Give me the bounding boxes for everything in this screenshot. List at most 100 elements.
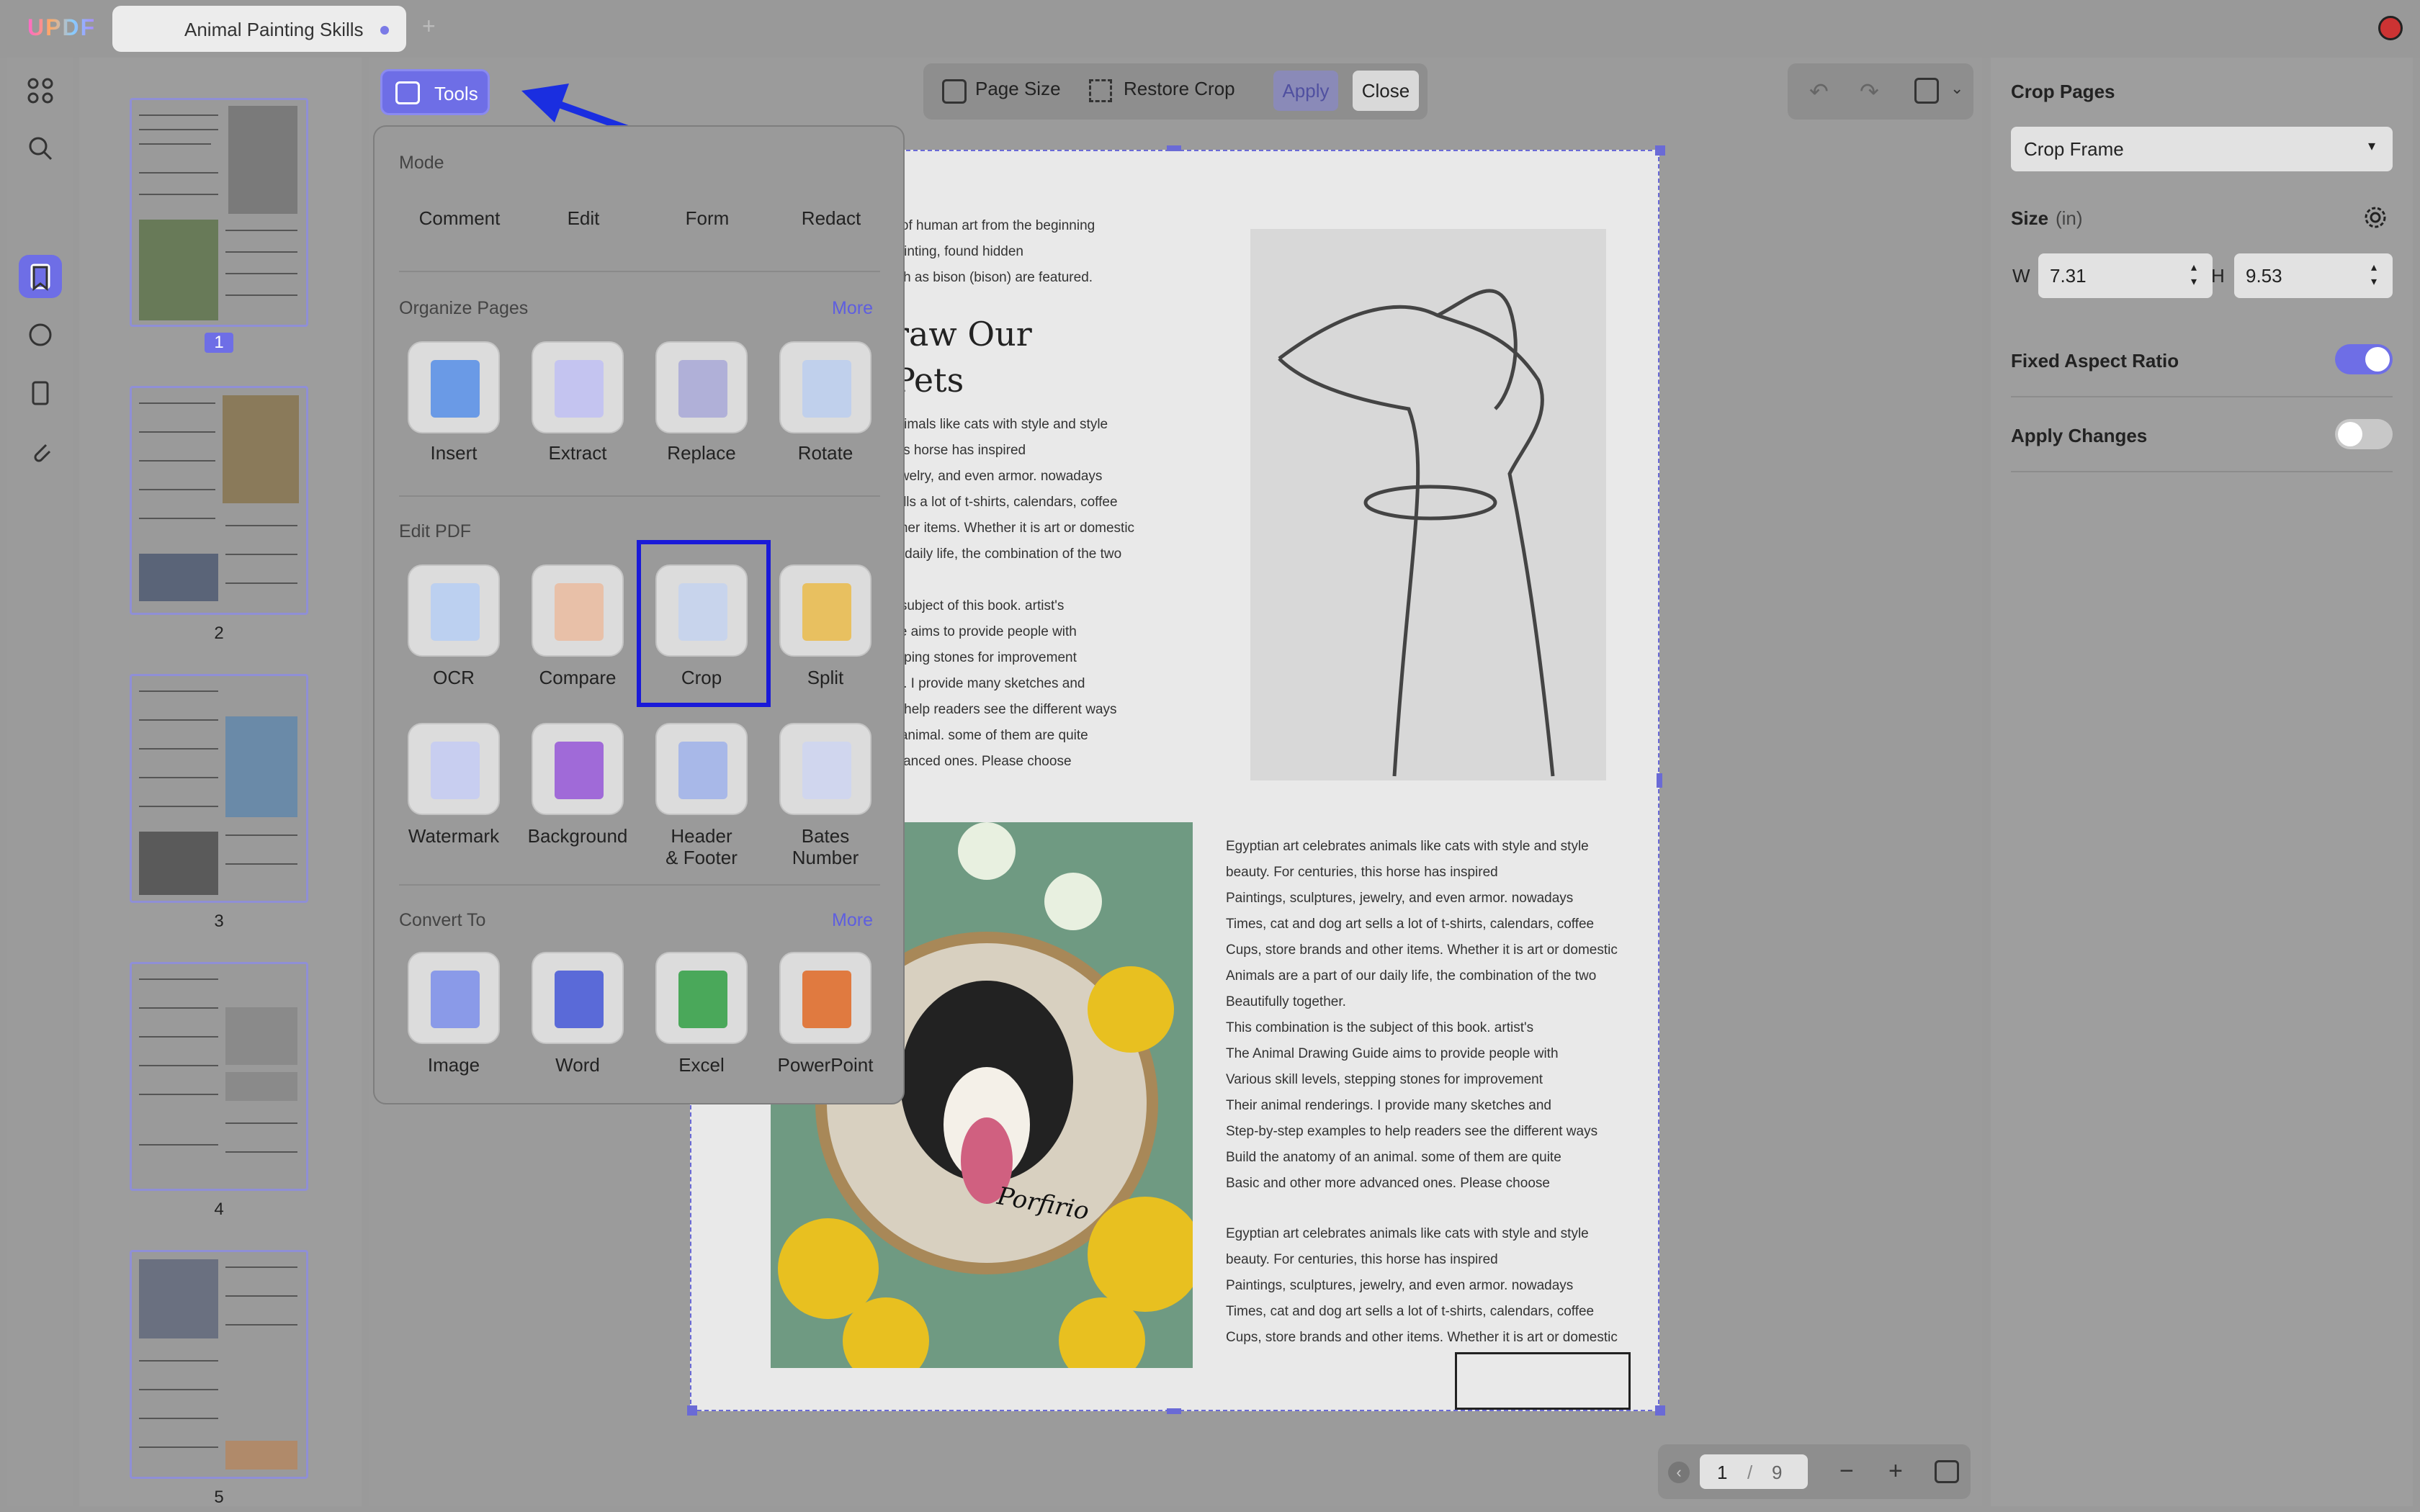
convert-image-tool[interactable] <box>408 952 500 1044</box>
page-thumbnail[interactable] <box>130 1250 308 1479</box>
apply-changes-label: Apply Changes <box>2011 425 2148 446</box>
zoom-in-icon[interactable]: + <box>1888 1457 1903 1485</box>
page-thumbnail[interactable] <box>130 674 308 903</box>
apply-button[interactable]: Apply <box>1273 71 1338 111</box>
attachment-page-icon[interactable] <box>23 379 58 413</box>
organize-section-title: Organize Pages <box>399 298 529 318</box>
page-thumbnail[interactable] <box>130 386 308 615</box>
background-tool[interactable] <box>532 723 624 815</box>
convert-excel-tool[interactable] <box>655 952 748 1044</box>
compare-label: Compare <box>539 667 617 688</box>
search-icon[interactable] <box>23 134 58 168</box>
header-footer-tool[interactable] <box>655 723 748 815</box>
convert-powerpoint-tool[interactable] <box>779 952 871 1044</box>
history-toolbar: ↶ ↷ ⌄ <box>1788 63 1973 120</box>
rotate-label: Rotate <box>797 442 853 464</box>
extract-tool[interactable] <box>532 341 624 433</box>
page-text-block: animals like cats with style and style th… <box>889 417 1135 562</box>
page-number-label: 5 <box>214 1488 224 1507</box>
divider <box>399 495 880 497</box>
compare-icon <box>555 583 604 641</box>
grid-icon[interactable] <box>23 76 58 111</box>
tools-button[interactable]: Tools <box>380 69 490 115</box>
mode-form[interactable]: Form <box>645 207 769 230</box>
crop-handle-bottom[interactable] <box>1167 1408 1181 1414</box>
page-thumbnail[interactable] <box>130 98 308 327</box>
fit-page-icon[interactable] <box>1935 1460 1959 1483</box>
mode-redact[interactable]: Redact <box>769 207 893 230</box>
redo-icon[interactable]: ↷ <box>1860 78 1879 105</box>
page-thumbnail[interactable] <box>130 962 308 1191</box>
organize-more-link[interactable]: More <box>832 298 873 319</box>
close-button[interactable]: Close <box>1353 71 1419 111</box>
mode-comment[interactable]: Comment <box>398 207 521 230</box>
page-text-block: rt of human art from the beginning painti… <box>889 218 1095 285</box>
page-size-icon <box>942 79 967 104</box>
split-icon <box>802 583 851 641</box>
crop-handle-top[interactable] <box>1167 145 1181 151</box>
word-label: Word <box>555 1054 600 1076</box>
page-text-block: Egyptian art celebrates animals like cat… <box>1226 1226 1618 1345</box>
rotate-tool[interactable] <box>779 341 871 433</box>
height-stepper-icon[interactable]: ▴ ▾ <box>2371 261 2377 289</box>
width-input[interactable]: 7.31 ▴ ▾ <box>2038 253 2213 298</box>
replace-tool[interactable] <box>655 341 748 433</box>
chevron-down-icon[interactable]: ⌄ <box>1950 79 1963 98</box>
undo-icon[interactable]: ↶ <box>1809 78 1829 105</box>
bookmark-icon[interactable] <box>23 264 58 298</box>
split-tool[interactable] <box>779 564 871 657</box>
gear-icon[interactable] <box>2361 203 2390 232</box>
fixed-aspect-toggle[interactable] <box>2335 344 2393 374</box>
apply-changes-toggle[interactable] <box>2335 419 2393 449</box>
powerpoint-label: PowerPoint <box>777 1054 874 1076</box>
paperclip-icon[interactable] <box>23 436 58 471</box>
page-separator: / <box>1747 1462 1753 1483</box>
page-number-field[interactable] <box>1700 1454 1808 1489</box>
height-input[interactable]: 9.53 ▴ ▾ <box>2234 253 2393 298</box>
bates-number-tool[interactable] <box>779 723 871 815</box>
ocr-tool[interactable] <box>408 564 500 657</box>
replace-label: Replace <box>667 442 736 464</box>
zoom-out-icon[interactable]: − <box>1839 1457 1854 1485</box>
header-footer-icon <box>678 742 727 799</box>
crop-handle-corner[interactable] <box>1655 1405 1665 1416</box>
save-icon[interactable] <box>1914 78 1939 104</box>
new-tab-button[interactable]: + <box>422 13 436 40</box>
avatar[interactable] <box>2378 16 2403 40</box>
ocr-icon <box>431 583 480 641</box>
convert-more-link[interactable]: More <box>832 910 873 931</box>
mode-edit[interactable]: Edit <box>521 207 645 230</box>
watermark-label: Watermark <box>408 825 500 847</box>
thumbnail-panel: 1 2 3 4 5 <box>79 58 362 1507</box>
convert-word-tool[interactable] <box>532 952 624 1044</box>
compare-tool[interactable] <box>532 564 624 657</box>
page-number-label: 2 <box>214 624 224 643</box>
crop-frame-select[interactable]: Crop Frame ▾ <box>2011 127 2393 171</box>
crop-handle-corner[interactable] <box>1655 145 1665 156</box>
restore-crop-button[interactable]: Restore Crop <box>1124 78 1235 100</box>
insert-tool[interactable] <box>408 341 500 433</box>
app-logo: UPDF <box>27 14 97 40</box>
extract-label: Extract <box>548 442 607 464</box>
page-size-button[interactable]: Page Size <box>975 78 1061 100</box>
image-label: Image <box>427 1054 480 1076</box>
divider <box>399 271 880 272</box>
dog-sketch-image <box>1250 229 1606 780</box>
crop-handle-right[interactable] <box>1657 773 1662 788</box>
previous-page-icon[interactable]: ‹ <box>1668 1462 1690 1483</box>
width-stepper-icon[interactable]: ▴ ▾ <box>2191 261 2197 289</box>
bates-number-label: Bates Number <box>792 825 859 868</box>
crop-handle-corner[interactable] <box>687 1405 697 1416</box>
tab-title: Animal Painting Skills <box>184 19 364 40</box>
panel-title: Crop Pages <box>2011 81 2115 102</box>
background-label: Background <box>527 825 628 847</box>
edit-section-title: Edit PDF <box>399 521 472 541</box>
height-label: H <box>2211 265 2225 287</box>
page-text-block: Egyptian art celebrates animals like cat… <box>1226 839 1618 1191</box>
size-label: Size <box>2011 207 2049 229</box>
watermark-tool[interactable] <box>408 723 500 815</box>
word-icon <box>555 971 604 1028</box>
excel-icon <box>678 971 727 1028</box>
document-tab[interactable]: Animal Painting Skills <box>112 6 406 52</box>
comment-icon[interactable] <box>23 321 58 356</box>
